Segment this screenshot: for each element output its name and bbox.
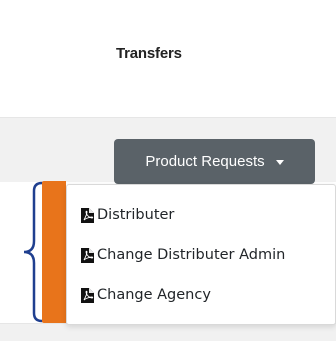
menu-item-change-distributer-admin[interactable]: Change Distributer Admin	[67, 237, 335, 273]
caret-down-icon	[275, 160, 284, 165]
pdf-file-icon	[81, 287, 94, 303]
product-requests-label: Product Requests	[145, 153, 265, 170]
menu-item-label: Change Agency	[97, 287, 211, 303]
page: Transfers Product Requests Distributer C…	[0, 0, 336, 341]
menu-item-change-agency[interactable]: Change Agency	[67, 277, 335, 313]
pdf-file-icon	[81, 207, 94, 223]
menu-item-label: Distributer	[97, 207, 175, 223]
tab-transfers[interactable]: Transfers	[116, 45, 182, 62]
product-requests-dropdown-button[interactable]: Product Requests	[114, 139, 315, 184]
annotation-bracket	[23, 181, 44, 323]
menu-highlight-accent	[42, 181, 66, 323]
table-row-band	[0, 323, 336, 341]
menu-item-label: Change Distributer Admin	[97, 247, 286, 263]
menu-item-distributer[interactable]: Distributer	[67, 197, 335, 233]
product-requests-menu: Distributer Change Distributer Admin Cha…	[66, 184, 336, 325]
pdf-file-icon	[81, 247, 94, 263]
